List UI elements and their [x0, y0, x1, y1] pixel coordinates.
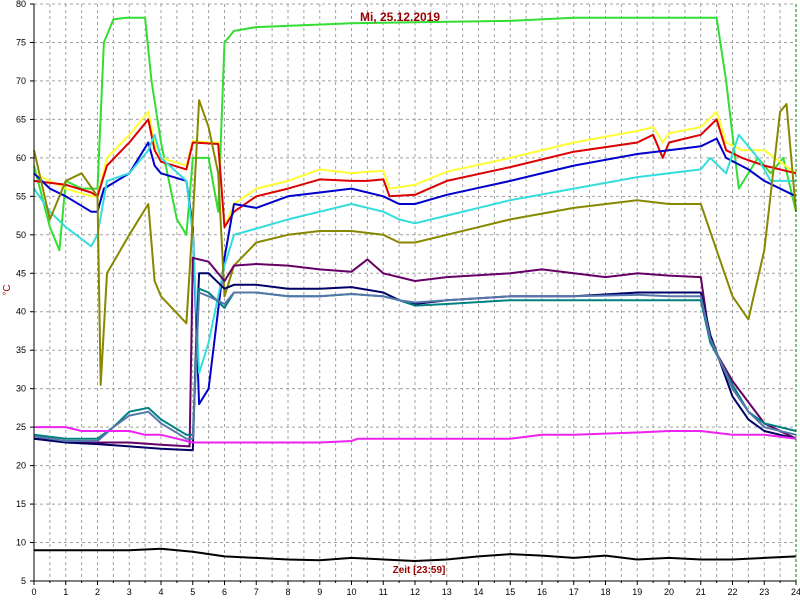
x-tick-label: 10: [346, 587, 356, 597]
y-tick-label: 40: [16, 307, 26, 317]
x-tick-label: 4: [158, 587, 163, 597]
y-tick-label: 5: [21, 576, 26, 586]
y-axis-label: °C: [2, 284, 13, 295]
y-tick-label: 55: [16, 191, 26, 201]
x-tick-label: 17: [569, 587, 579, 597]
x-tick-label: 15: [505, 587, 515, 597]
y-tick-label: 70: [16, 76, 26, 86]
y-tick-label: 65: [16, 114, 26, 124]
x-tick-label: 7: [254, 587, 259, 597]
x-tick-label: 16: [537, 587, 547, 597]
x-tick-label: 21: [696, 587, 706, 597]
y-tick-label: 20: [16, 461, 26, 471]
y-tick-label: 35: [16, 345, 26, 355]
x-tick-label: 9: [317, 587, 322, 597]
y-tick-label: 45: [16, 268, 26, 278]
y-tick-label: 15: [16, 499, 26, 509]
x-tick-label: 8: [285, 587, 290, 597]
x-tick-label: 14: [473, 587, 483, 597]
x-tick-label: 20: [664, 587, 674, 597]
x-tick-label: 23: [759, 587, 769, 597]
x-tick-label: 19: [632, 587, 642, 597]
y-tick-label: 80: [16, 0, 26, 9]
chart-svg: 0 1 2 3 4 5 6 7 8 9 10 11 12 13 14 15 16 17 18 19 20 21 22 23 24…: [0, 0, 800, 600]
temperature-chart: 0 1 2 3 4 5 6 7 8 9 10 11 12 13 14 15 16 17 18 19 20 21 22 23 24…: [0, 0, 800, 600]
x-tick-label: 5: [190, 587, 195, 597]
y-tick-label: 75: [16, 37, 26, 47]
x-axis-label: Zeit [23:59]: [393, 565, 446, 576]
x-tick-label: 13: [442, 587, 452, 597]
y-tick-label: 50: [16, 230, 26, 240]
y-tick-label: 30: [16, 384, 26, 394]
x-tick-label: 1: [63, 587, 68, 597]
x-tick-label: 22: [727, 587, 737, 597]
x-tick-label: 3: [127, 587, 132, 597]
x-tick-label: 12: [410, 587, 420, 597]
x-tick-label: 2: [95, 587, 100, 597]
y-tick-label: 10: [16, 538, 26, 548]
x-tick-label: 6: [222, 587, 227, 597]
x-tick-label: 11: [379, 587, 388, 597]
x-tick-label: 18: [600, 587, 610, 597]
x-tick-label: 24: [791, 587, 800, 597]
x-tick-label: 0: [31, 587, 36, 597]
y-tick-label: 25: [16, 422, 26, 432]
chart-title: Mi, 25.12.2019: [360, 10, 440, 24]
y-tick-label: 60: [16, 153, 26, 163]
